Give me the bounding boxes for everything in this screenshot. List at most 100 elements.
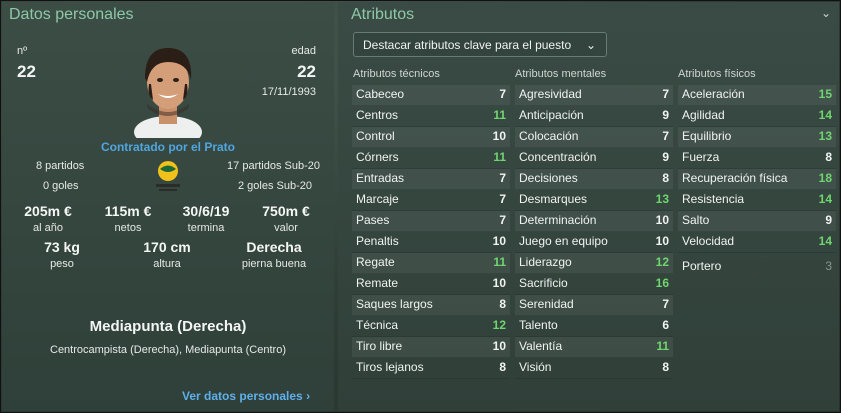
attribute-name: Tiro libre bbox=[356, 339, 403, 353]
mental-attributes-list: Agresividad 7 Anticipación 9 Colocación 7 Conc… bbox=[515, 85, 673, 379]
personal-data-title: Datos personales bbox=[9, 6, 134, 23]
value-label: valor bbox=[274, 222, 298, 234]
attribute-row[interactable]: Recuperación física 18 bbox=[678, 169, 836, 190]
attribute-row[interactable]: Fuerza 8 bbox=[678, 148, 836, 169]
dropdown-label: Destacar atributos clave para el puesto bbox=[363, 38, 572, 52]
attribute-name: Recuperación física bbox=[682, 171, 788, 185]
attribute-name: Decisiones bbox=[519, 171, 578, 185]
attribute-row[interactable]: Regate 11 bbox=[352, 253, 510, 274]
preferred-foot-value: Derecha bbox=[246, 239, 302, 255]
contract-end-label: termina bbox=[187, 222, 225, 234]
attribute-row[interactable]: Cabeceo 7 bbox=[352, 85, 510, 106]
other-positions: Centrocampista (Derecha), Mediapunta (Ce… bbox=[50, 344, 286, 356]
attribute-name: Cabeceo bbox=[356, 87, 405, 101]
attribute-name: Córners bbox=[356, 150, 399, 164]
attribute-name: Penaltis bbox=[356, 234, 399, 248]
collapse-chevron-icon[interactable]: ⌄ bbox=[821, 6, 831, 20]
physical-attributes-list: Aceleración 15 Agilidad 14 Equilibrio 13 Fuerz… bbox=[678, 85, 836, 253]
attribute-name: Entradas bbox=[356, 171, 405, 185]
attribute-name: Pases bbox=[356, 213, 390, 227]
attribute-value: 10 bbox=[492, 129, 506, 143]
attribute-value: 8 bbox=[499, 297, 506, 311]
attribute-name: Agresividad bbox=[519, 87, 582, 101]
attribute-name: Talento bbox=[519, 318, 558, 332]
attribute-name: Portero bbox=[682, 259, 722, 273]
highlight-attributes-dropdown[interactable]: Destacar atributos clave para el puesto … bbox=[353, 32, 607, 57]
attribute-row[interactable]: Salto 9 bbox=[678, 211, 836, 232]
attribute-value: 10 bbox=[655, 213, 669, 227]
attribute-row[interactable]: Córners 11 bbox=[352, 148, 510, 169]
attribute-value: 11 bbox=[656, 339, 669, 353]
attribute-row[interactable]: Penaltis 10 bbox=[352, 232, 510, 253]
attribute-name: Juego en equipo bbox=[519, 234, 608, 248]
attribute-row[interactable]: Velocidad 14 bbox=[678, 232, 836, 253]
attribute-row[interactable]: Control 10 bbox=[352, 127, 510, 148]
player-profile-panel: Datos personales nº 22 edad 22 17/11/199… bbox=[0, 0, 841, 413]
attribute-row[interactable]: Centros 11 bbox=[352, 106, 510, 127]
physical-attributes-header: Atributos físicos bbox=[678, 68, 756, 80]
attribute-row[interactable]: Técnica 12 bbox=[352, 316, 510, 337]
technical-attributes-list: Cabeceo 7 Centros 11 Control 10 Córners 11 Entra… bbox=[352, 85, 510, 379]
attribute-value: 12 bbox=[492, 318, 506, 332]
contract-end-value: 30/6/19 bbox=[182, 203, 230, 219]
attribute-value: 14 bbox=[818, 234, 832, 248]
attribute-value: 7 bbox=[499, 192, 506, 206]
attribute-row[interactable]: Resistencia 14 bbox=[678, 190, 836, 211]
wage-label: al año bbox=[33, 222, 63, 234]
view-personal-data-label: Ver datos personales bbox=[182, 389, 303, 403]
attribute-name: Fuerza bbox=[682, 150, 720, 164]
attribute-value: 9 bbox=[825, 213, 832, 227]
attribute-row[interactable]: Remate 10 bbox=[352, 274, 510, 295]
attribute-row[interactable]: Tiro libre 10 bbox=[352, 337, 510, 358]
attribute-row[interactable]: Liderazgo 12 bbox=[515, 253, 673, 274]
preferred-foot-label: pierna buena bbox=[241, 258, 307, 270]
attribute-name: Centros bbox=[356, 108, 399, 122]
weight-label: peso bbox=[50, 258, 74, 270]
attribute-row[interactable]: Entradas 7 bbox=[352, 169, 510, 190]
attribute-row[interactable]: Talento 6 bbox=[515, 316, 673, 337]
attribute-row[interactable]: Juego en equipo 10 bbox=[515, 232, 673, 253]
attribute-row[interactable]: Agilidad 14 bbox=[678, 106, 836, 127]
attribute-value: 8 bbox=[499, 360, 506, 374]
attribute-row[interactable]: Colocación 7 bbox=[515, 127, 673, 148]
attribute-row[interactable]: Valentía 11 bbox=[515, 337, 673, 358]
attribute-value: 11 bbox=[493, 108, 506, 122]
attribute-row[interactable]: Concentración 9 bbox=[515, 148, 673, 169]
attribute-name: Valentía bbox=[519, 339, 563, 353]
attribute-value: 7 bbox=[499, 87, 506, 101]
attribute-name: Marcaje bbox=[356, 192, 399, 206]
attribute-value: 12 bbox=[655, 255, 669, 269]
attribute-row[interactable]: Determinación 10 bbox=[515, 211, 673, 232]
contract-link[interactable]: Contratado por el Prato bbox=[62, 140, 274, 154]
attribute-row[interactable]: Decisiones 8 bbox=[515, 169, 673, 190]
attribute-row[interactable]: Aceleración 15 bbox=[678, 85, 836, 106]
attribute-value: 14 bbox=[818, 108, 832, 122]
attribute-row[interactable]: Serenidad 7 bbox=[515, 295, 673, 316]
age-label: edad bbox=[291, 45, 316, 57]
mental-attributes-header: Atributos mentales bbox=[515, 68, 607, 80]
goalkeeper-row[interactable]: Portero 3 bbox=[678, 257, 836, 278]
attribute-value: 6 bbox=[662, 318, 669, 332]
attribute-row[interactable]: Tiros lejanos 8 bbox=[352, 358, 510, 379]
attribute-row[interactable]: Desmarques 13 bbox=[515, 190, 673, 211]
attribute-value: 18 bbox=[818, 171, 832, 185]
attribute-row[interactable]: Pases 7 bbox=[352, 211, 510, 232]
attribute-row[interactable]: Visión 8 bbox=[515, 358, 673, 379]
attribute-name: Serenidad bbox=[519, 297, 574, 311]
attribute-row[interactable]: Saques largos 8 bbox=[352, 295, 510, 316]
attribute-name: Liderazgo bbox=[519, 255, 572, 269]
attribute-row[interactable]: Anticipación 9 bbox=[515, 106, 673, 127]
attribute-name: Determinación bbox=[519, 213, 597, 227]
attribute-row[interactable]: Equilibrio 13 bbox=[678, 127, 836, 148]
attribute-row[interactable]: Agresividad 7 bbox=[515, 85, 673, 106]
attribute-name: Colocación bbox=[519, 129, 579, 143]
attribute-row[interactable]: Marcaje 7 bbox=[352, 190, 510, 211]
weight-value: 73 kg bbox=[44, 239, 80, 255]
attribute-row[interactable]: Sacrificio 16 bbox=[515, 274, 673, 295]
attribute-name: Regate bbox=[356, 255, 395, 269]
view-personal-data-link[interactable]: Ver datos personales › bbox=[182, 389, 310, 403]
personal-data-panel: Datos personales nº 22 edad 22 17/11/199… bbox=[2, 2, 334, 411]
attribute-value: 7 bbox=[662, 297, 669, 311]
wage-value: 205m € bbox=[24, 203, 72, 219]
attribute-value: 3 bbox=[825, 259, 832, 273]
